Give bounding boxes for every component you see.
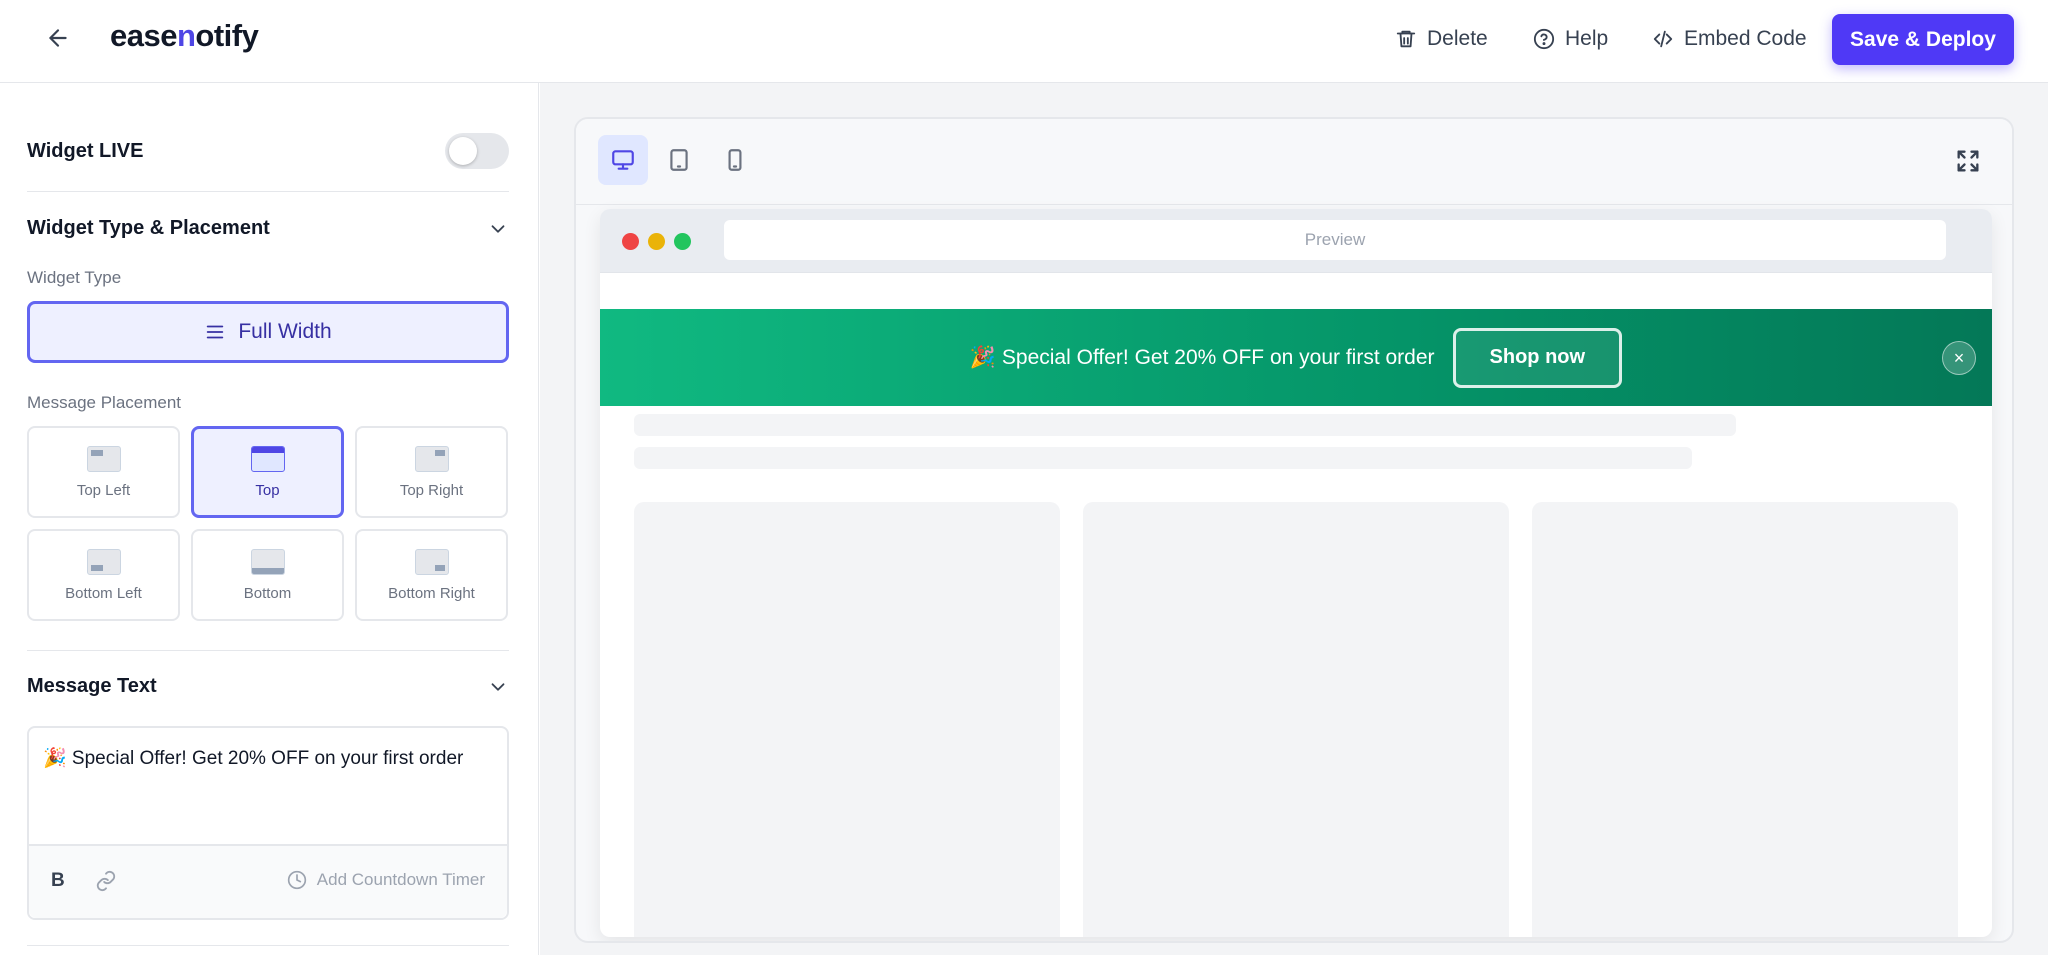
placement-top-right-icon xyxy=(414,445,449,472)
message-text-section-header[interactable]: Message Text xyxy=(27,675,509,698)
expand-icon[interactable] xyxy=(1954,147,1982,175)
placement-top-left-icon xyxy=(86,445,121,472)
preview-card: Preview 🎉 Special Offer! Get 20% OFF on … xyxy=(574,117,2014,943)
placement-label-text: Bottom Left xyxy=(65,584,142,602)
placement-top[interactable]: Top xyxy=(191,426,344,518)
placement-label-text: Top Left xyxy=(76,481,131,499)
toggle-knob xyxy=(449,137,477,165)
settings-sidebar: Widget LIVE Widget Type & Placement Widg… xyxy=(0,83,539,955)
desktop-view-button[interactable] xyxy=(598,135,648,185)
embed-label: Embed Code xyxy=(1684,27,1807,50)
link-icon[interactable] xyxy=(95,870,117,892)
widget-live-toggle[interactable] xyxy=(445,133,509,169)
monitor-icon xyxy=(612,150,634,170)
widget-type-value: Full Width xyxy=(238,320,332,343)
address-bar: Preview xyxy=(724,220,1946,260)
banner-close-button[interactable]: × xyxy=(1942,341,1976,375)
help-label: Help xyxy=(1565,27,1609,50)
logo-prefix: ease xyxy=(110,18,177,53)
placement-label-text: Top Right xyxy=(399,481,464,499)
message-text-section-title: Message Text xyxy=(27,675,157,697)
placement-label-text: Bottom Right xyxy=(388,584,475,602)
back-button[interactable] xyxy=(42,22,74,54)
skeleton-line xyxy=(634,414,1736,436)
placement-top-icon xyxy=(250,445,285,472)
message-text-content[interactable]: 🎉 Special Offer! Get 20% OFF on your fir… xyxy=(43,746,463,770)
placement-label-text: Top xyxy=(255,481,280,499)
browser-mockup: Preview 🎉 Special Offer! Get 20% OFF on … xyxy=(600,209,1992,937)
browser-chrome-bar: Preview xyxy=(600,209,1992,273)
banner-message: 🎉 Special Offer! Get 20% OFF on your fir… xyxy=(969,345,1435,369)
window-minimize-dot xyxy=(648,233,665,250)
menu-lines-icon xyxy=(207,325,224,339)
divider xyxy=(27,650,509,651)
top-bar: ease n otify Delete Help Embed Code Save &… xyxy=(0,0,2048,83)
trash-icon xyxy=(1396,30,1416,48)
logo-accent: n xyxy=(176,18,196,53)
embed-code-button[interactable]: Embed Code xyxy=(1652,24,1807,54)
skeleton-card xyxy=(1083,502,1509,937)
divider xyxy=(27,945,509,946)
help-circle-icon xyxy=(1533,28,1555,50)
placement-bottom-left[interactable]: Bottom Left xyxy=(27,529,180,621)
widget-type-full-width[interactable]: Full Width xyxy=(27,301,509,363)
widget-live-row: Widget LIVE xyxy=(27,133,509,169)
window-close-dot xyxy=(622,233,639,250)
placement-label: Message Placement xyxy=(27,393,182,412)
message-text-editor[interactable]: 🎉 Special Offer! Get 20% OFF on your fir… xyxy=(27,726,509,920)
placement-bottom-right-icon xyxy=(414,548,449,575)
logo-suffix: otify xyxy=(195,18,259,53)
clock-icon xyxy=(287,870,306,890)
skeleton-card xyxy=(1532,502,1958,937)
placement-bottom-icon xyxy=(250,548,285,575)
smartphone-icon xyxy=(728,149,742,171)
save-deploy-button[interactable]: Save & Deploy xyxy=(1832,14,2014,65)
mobile-view-button[interactable] xyxy=(710,135,760,185)
skeleton-card xyxy=(634,502,1060,937)
preview-area: Preview 🎉 Special Offer! Get 20% OFF on … xyxy=(540,83,2048,955)
delete-button[interactable]: Delete xyxy=(1395,24,1488,54)
widget-type-section-header[interactable]: Widget Type & Placement xyxy=(27,217,509,240)
placement-bottom[interactable]: Bottom xyxy=(191,529,344,621)
chevron-down-icon xyxy=(491,224,505,233)
tablet-view-button[interactable] xyxy=(654,135,704,185)
placement-top-left[interactable]: Top Left xyxy=(27,426,180,518)
preview-toolbar xyxy=(576,119,2012,205)
delete-label: Delete xyxy=(1427,27,1488,50)
widget-live-label: Widget LIVE xyxy=(27,139,144,162)
tablet-icon xyxy=(670,149,688,171)
notification-banner: 🎉 Special Offer! Get 20% OFF on your fir… xyxy=(600,309,1992,406)
app-logo: ease n otify xyxy=(110,18,259,54)
code-icon xyxy=(1653,30,1673,48)
divider xyxy=(27,191,509,192)
widget-type-label: Widget Type xyxy=(27,268,122,287)
placement-bottom-left-icon xyxy=(86,548,121,575)
help-button[interactable]: Help xyxy=(1533,24,1608,54)
banner-shop-now-button[interactable]: Shop now xyxy=(1452,327,1623,388)
bold-button[interactable]: B xyxy=(51,870,65,892)
placement-bottom-right[interactable]: Bottom Right xyxy=(355,529,508,621)
placement-label-text: Bottom xyxy=(243,584,292,602)
editor-toolbar: B Add Countdown Timer xyxy=(29,844,507,918)
placement-grid: Top Left Top Top Right Bottom Left Botto… xyxy=(27,426,509,621)
widget-type-section-title: Widget Type & Placement xyxy=(27,217,270,239)
timer-label: Add Countdown Timer xyxy=(316,870,485,889)
arrow-left-icon xyxy=(49,29,67,47)
window-maximize-dot xyxy=(674,233,691,250)
chevron-down-icon xyxy=(491,682,505,691)
add-countdown-timer-button[interactable]: Add Countdown Timer xyxy=(287,870,485,890)
placement-top-right[interactable]: Top Right xyxy=(355,426,508,518)
skeleton-line xyxy=(634,447,1692,469)
